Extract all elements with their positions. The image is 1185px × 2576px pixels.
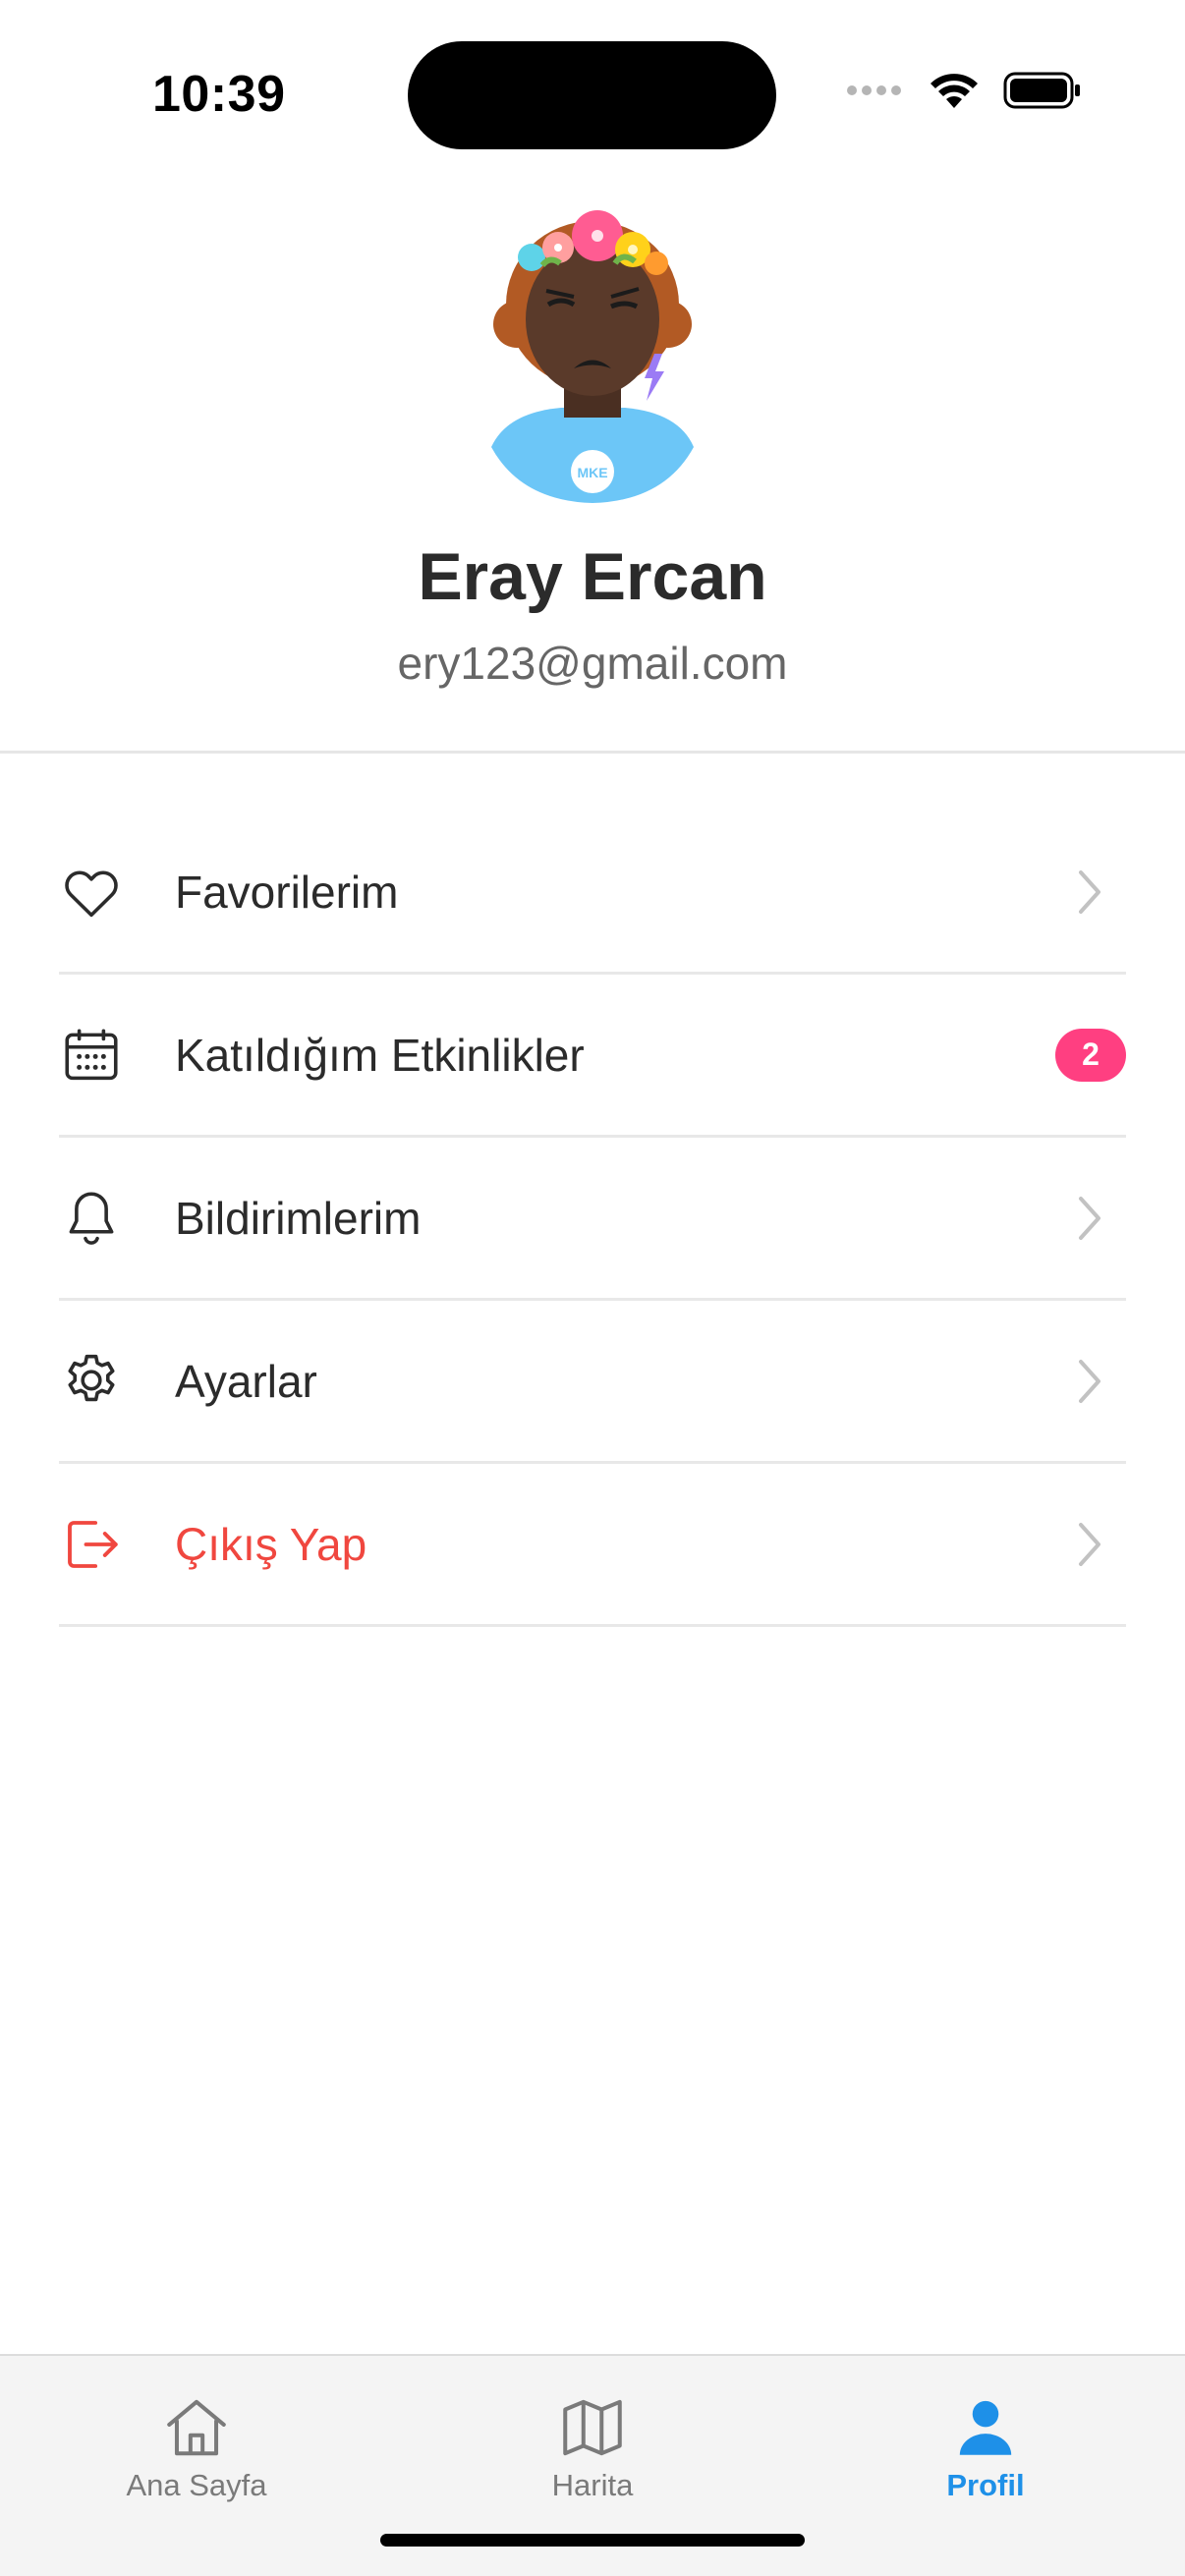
gear-icon [68, 1354, 115, 1401]
cellular-signal-icon [847, 85, 901, 95]
profile-screen: 10:39 MKE Eray Ercan ery123@gmail.com Fa… [0, 0, 1185, 2576]
menu-item-notifications[interactable]: Bildirimlerim [59, 1138, 1126, 1301]
dynamic-island [408, 41, 776, 149]
home-icon [167, 2399, 226, 2456]
status-icons [846, 71, 1082, 110]
chevron-right-icon [1079, 869, 1100, 914]
menu-item-label: Bildirimlerim [175, 1192, 422, 1244]
status-time: 10:39 [152, 66, 286, 123]
header-divider [0, 751, 1185, 754]
menu-item-label: Favorilerim [175, 866, 399, 918]
tab-label: Ana Sayfa [126, 2468, 267, 2502]
map-icon [563, 2399, 622, 2456]
chevron-right-icon [1079, 1196, 1100, 1240]
menu-item-logout[interactable]: Çıkış Yap [59, 1464, 1126, 1627]
tab-label: Profil [946, 2468, 1025, 2502]
home-indicator[interactable] [380, 2534, 805, 2547]
menu-item-favorites[interactable]: Favorilerim [59, 812, 1126, 975]
avatar: MKE [491, 210, 694, 503]
person-icon [959, 2400, 1012, 2455]
menu-item-label: Katıldığım Etkinlikler [175, 1029, 585, 1081]
battery-icon [1003, 72, 1080, 109]
avatar-badge-text: MKE [577, 465, 607, 480]
bell-icon [69, 1191, 114, 1245]
count-badge: 2 [1055, 1028, 1126, 1082]
menu-item-label: Ayarlar [175, 1355, 317, 1407]
user-email: ery123@gmail.com [397, 638, 788, 689]
tab-label: Harita [551, 2468, 634, 2502]
chevron-right-icon [1079, 1522, 1100, 1566]
heart-icon [65, 870, 118, 917]
tab-map[interactable]: Harita [445, 2356, 740, 2503]
tab-profile[interactable]: Profil [838, 2356, 1133, 2503]
wifi-icon [931, 74, 978, 108]
profile-menu: Favorilerim Katıldığım Etkinlikler 2 Bil… [59, 812, 1126, 1627]
menu-item-settings[interactable]: Ayarlar [59, 1301, 1126, 1464]
tab-home[interactable]: Ana Sayfa [49, 2356, 344, 2503]
calendar-icon [65, 1028, 118, 1080]
user-name: Eray Ercan [418, 539, 767, 614]
menu-item-joined-events[interactable]: Katıldığım Etkinlikler 2 [59, 975, 1126, 1138]
logout-icon [68, 1520, 118, 1568]
menu-item-label: Çıkış Yap [175, 1518, 367, 1570]
chevron-right-icon [1079, 1359, 1100, 1403]
